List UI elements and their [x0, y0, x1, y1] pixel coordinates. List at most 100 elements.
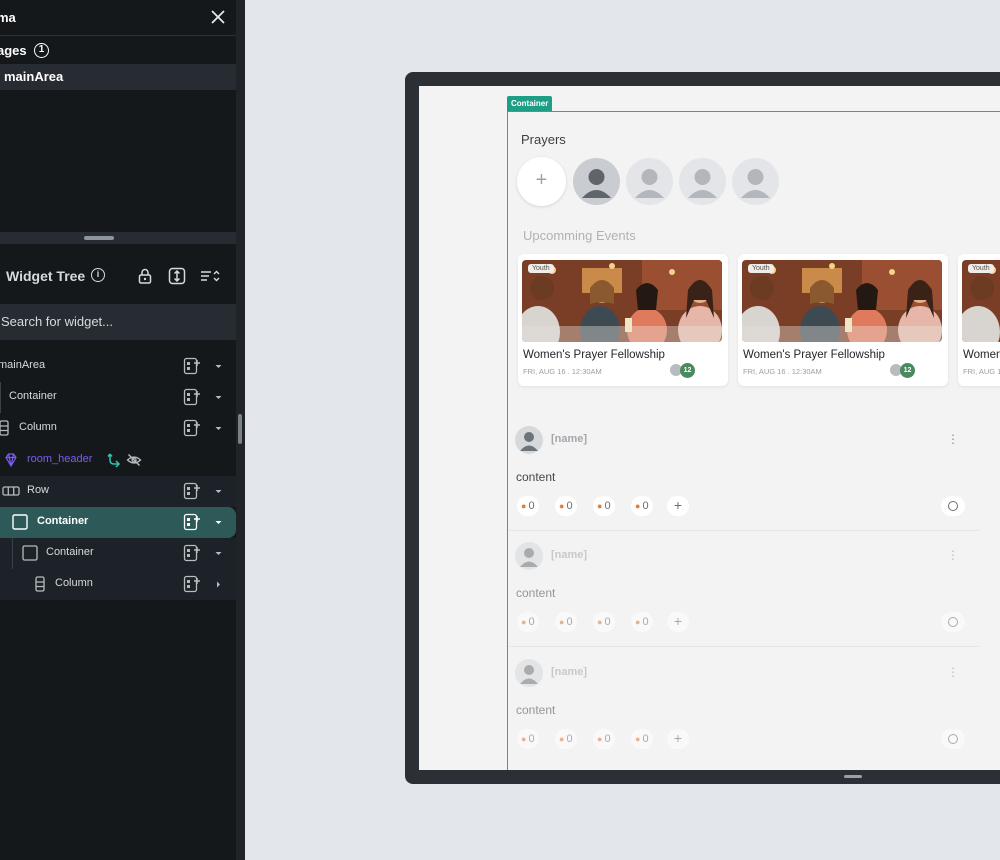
- widget-search-input[interactable]: Search for widget...: [0, 304, 236, 340]
- add-widget-icon[interactable]: [183, 544, 201, 562]
- avatar[interactable]: [515, 542, 543, 570]
- add-widget-icon[interactable]: [183, 513, 201, 531]
- reaction-chip[interactable]: ● 0: [555, 729, 577, 749]
- reaction-chip[interactable]: ● 0: [631, 729, 653, 749]
- tree-item-room-header[interactable]: room_header: [0, 445, 236, 476]
- chevron-down-icon[interactable]: [214, 549, 223, 558]
- avatar[interactable]: [679, 158, 726, 205]
- tree-item-label: mainArea: [0, 359, 46, 371]
- post-item[interactable]: [name] ⋮ content ● 0 ● 0 ● 0 ● 0 +: [509, 659, 979, 770]
- tree-item-row[interactable]: Row: [0, 476, 236, 507]
- avatar[interactable]: [515, 426, 543, 454]
- reaction-chip[interactable]: ● 0: [593, 496, 615, 516]
- person-icon: [515, 659, 543, 687]
- post-content: content: [516, 470, 556, 484]
- add-prayer-button[interactable]: +: [517, 157, 566, 206]
- info-icon[interactable]: i: [91, 268, 105, 282]
- person-icon: [573, 158, 620, 205]
- panel-splitter[interactable]: [0, 232, 236, 244]
- tree-item-container[interactable]: Container: [0, 538, 236, 600]
- more-options-icon[interactable]: ⋮: [947, 665, 959, 679]
- chevron-right-icon[interactable]: [214, 580, 223, 589]
- tree-item-container[interactable]: Container: [0, 382, 236, 413]
- tree-item-label: Row: [27, 484, 50, 496]
- add-widget-icon[interactable]: [183, 419, 201, 437]
- reaction-count: 0: [528, 500, 535, 512]
- more-options-icon[interactable]: ⋮: [947, 432, 959, 446]
- tree-item-container-selected[interactable]: Container: [0, 507, 236, 538]
- avatar[interactable]: [573, 158, 620, 205]
- reaction-chip[interactable]: ● 0: [593, 729, 615, 749]
- sort-options-icon[interactable]: [199, 267, 221, 285]
- visibility-off-icon[interactable]: [126, 452, 142, 468]
- reaction-count: 0: [528, 616, 535, 628]
- post-divider: [509, 530, 979, 531]
- tree-item-label: Column: [19, 421, 57, 433]
- chevron-down-icon[interactable]: [214, 487, 223, 496]
- close-icon[interactable]: [207, 6, 229, 28]
- plus-icon: +: [535, 169, 548, 191]
- expand-collapse-icon[interactable]: [168, 267, 186, 285]
- reaction-chip[interactable]: ● 0: [631, 612, 653, 632]
- reaction-chip[interactable]: ● 0: [517, 729, 539, 749]
- post-content: content: [516, 586, 556, 600]
- tree-item-column[interactable]: Column: [0, 569, 236, 600]
- event-card[interactable]: Youth Women's Prayer Fellowship FRI, AUG…: [738, 254, 948, 386]
- add-widget-icon[interactable]: [183, 482, 201, 500]
- avatar[interactable]: [732, 158, 779, 205]
- panel-resize-edge[interactable]: [236, 0, 245, 860]
- reaction-chip[interactable]: ● 0: [555, 496, 577, 516]
- reaction-chip[interactable]: ● 0: [555, 612, 577, 632]
- lock-icon[interactable]: [136, 267, 154, 285]
- event-tag: Youth: [968, 264, 994, 273]
- reaction-chip[interactable]: ● 0: [517, 612, 539, 632]
- call-split-icon[interactable]: [106, 452, 122, 468]
- reaction-chip[interactable]: ● 0: [631, 496, 653, 516]
- reaction-count: 0: [528, 733, 535, 745]
- pages-header: ages 1: [0, 40, 236, 62]
- reaction-count: 0: [604, 733, 611, 745]
- splitter-handle[interactable]: [84, 236, 114, 240]
- prayers-title: Prayers: [521, 132, 566, 147]
- pages-label: ages: [0, 43, 27, 58]
- chevron-down-icon[interactable]: [214, 362, 223, 371]
- comment-button[interactable]: [941, 729, 965, 749]
- add-reaction-button[interactable]: +: [667, 612, 689, 632]
- emoji-icon: ●: [635, 501, 641, 511]
- post-item[interactable]: [name] ⋮ content ● 0 ● 0 ● 0 ● 0 +: [509, 542, 979, 658]
- reaction-count: 0: [642, 733, 649, 745]
- post-divider: [509, 646, 979, 647]
- more-options-icon[interactable]: ⋮: [947, 548, 959, 562]
- add-reaction-button[interactable]: +: [667, 729, 689, 749]
- row-icon: [2, 486, 20, 496]
- resize-grip[interactable]: [238, 414, 242, 444]
- emoji-icon: ●: [521, 734, 527, 744]
- person-icon: [626, 158, 673, 205]
- comment-button[interactable]: [941, 612, 965, 632]
- comment-button[interactable]: [941, 496, 965, 516]
- reaction-chip[interactable]: ● 0: [593, 612, 615, 632]
- container-icon: [22, 545, 38, 561]
- post-item[interactable]: [name] ⋮ content ● 0 ● 0 ● 0 ● 0 +: [509, 426, 979, 542]
- chevron-down-icon[interactable]: [214, 518, 223, 527]
- avatar[interactable]: [626, 158, 673, 205]
- pages-count-badge: 1: [34, 43, 49, 58]
- avatar[interactable]: [515, 659, 543, 687]
- event-card[interactable]: Youth Women's Prayer Fellowship FRI, AUG…: [958, 254, 1000, 386]
- page-item-mainarea[interactable]: mainArea: [0, 64, 236, 90]
- container-icon: [12, 514, 28, 530]
- add-widget-icon[interactable]: [183, 357, 201, 375]
- add-widget-icon[interactable]: [183, 388, 201, 406]
- add-widget-icon[interactable]: [183, 575, 201, 593]
- chevron-down-icon[interactable]: [214, 424, 223, 433]
- chevron-down-icon[interactable]: [214, 393, 223, 402]
- search-placeholder: Search for widget...: [1, 314, 113, 329]
- add-reaction-button[interactable]: +: [667, 496, 689, 516]
- tree-item-column[interactable]: Column: [0, 413, 236, 444]
- event-card[interactable]: Youth Women's Prayer Fellowship FRI, AUG…: [518, 254, 728, 386]
- emoji-icon: ●: [635, 617, 641, 627]
- tree-item-mainarea[interactable]: mainArea: [0, 351, 236, 382]
- person-icon: [515, 542, 543, 570]
- widget-tree-title: Widget Tree: [6, 268, 86, 284]
- reaction-chip[interactable]: ● 0: [517, 496, 539, 516]
